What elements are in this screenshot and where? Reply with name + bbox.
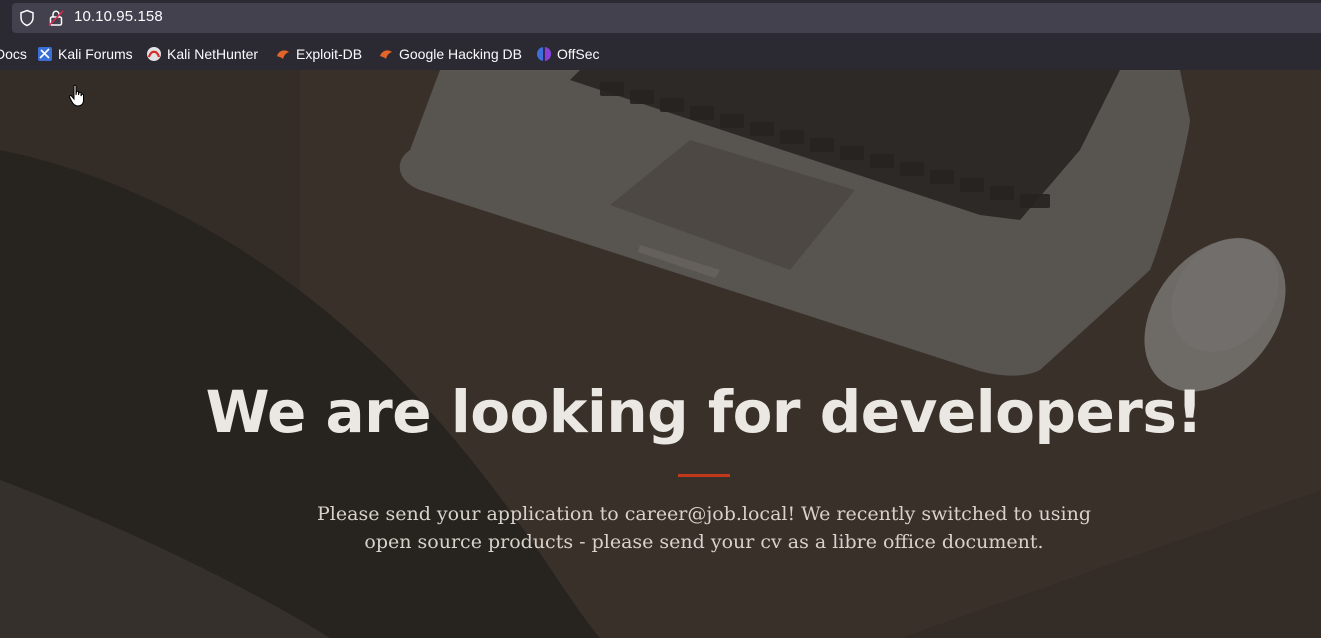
kali-nethunter-icon xyxy=(147,47,161,61)
exploit-db-icon xyxy=(277,50,289,59)
insecure-lock-icon[interactable] xyxy=(47,9,65,27)
browser-window: 10.10.95.158 Docs Kali Forums Kali NetHu… xyxy=(0,0,1321,638)
bookmark-offsec[interactable]: OffSec xyxy=(536,45,600,63)
accent-divider xyxy=(678,474,730,477)
navigation-toolbar: 10.10.95.158 xyxy=(0,0,1321,36)
bookmark-label: Exploit-DB xyxy=(296,46,363,62)
url-bar[interactable] xyxy=(12,3,1321,33)
bookmark-label: Kali Forums xyxy=(58,46,133,62)
offsec-icon xyxy=(537,47,551,61)
bookmark-label: OffSec xyxy=(557,46,600,62)
bookmark-kali-docs[interactable]: Docs xyxy=(0,45,27,63)
url-text[interactable]: 10.10.95.158 xyxy=(74,8,163,25)
tracking-protection-shield-icon[interactable] xyxy=(18,9,36,27)
bookmark-google-hacking-db[interactable]: Google Hacking DB xyxy=(378,45,522,63)
bookmarks-toolbar: Docs Kali Forums Kali NetHunter Exploit-… xyxy=(0,36,1321,71)
bookmark-label: Kali NetHunter xyxy=(167,46,259,62)
hero-headline: We are looking for developers! xyxy=(205,378,1203,446)
hand-pointer-cursor-icon xyxy=(68,84,84,107)
bookmark-kali-forums[interactable]: Kali Forums xyxy=(37,45,133,63)
bookmark-exploit-db[interactable]: Exploit-DB xyxy=(275,45,362,63)
page-content: We are looking for developers! Please se… xyxy=(0,70,1321,638)
hero-description: Please send your application to career@j… xyxy=(317,503,1091,553)
google-hacking-db-icon xyxy=(380,50,392,59)
bookmark-label: Google Hacking DB xyxy=(399,46,522,62)
bookmark-label: Docs xyxy=(0,46,27,62)
bookmark-kali-nethunter[interactable]: Kali NetHunter xyxy=(146,45,258,63)
kali-forums-icon xyxy=(38,47,52,61)
